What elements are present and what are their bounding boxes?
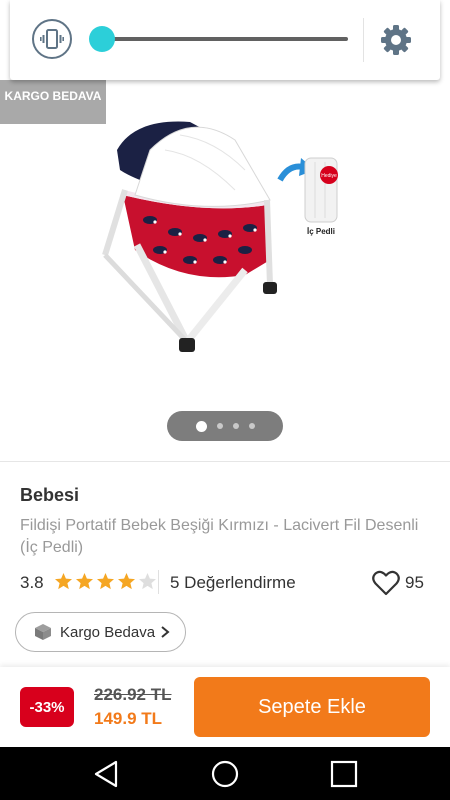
section-divider <box>0 461 450 462</box>
system-nav-bar <box>0 747 450 800</box>
sale-price: 149.9 TL <box>94 709 163 728</box>
price-bar: -33% 226.92 TL 149.9 TL Sepete Ekle <box>0 667 450 747</box>
free-shipping-button-label: Kargo Bedava <box>60 623 156 641</box>
volume-panel-divider <box>363 18 364 62</box>
star-filled-icon <box>55 573 72 590</box>
package-icon <box>35 624 51 640</box>
back-triangle-icon[interactable] <box>92 759 122 789</box>
image-caption: İç Pedli <box>307 227 335 236</box>
gear-icon <box>381 25 411 55</box>
product-name: Fildişi Portatif Bebek Beşiği Kırmızı - … <box>20 517 419 556</box>
star-filled-icon <box>118 573 135 590</box>
old-price: 226.92 TL <box>94 685 172 704</box>
pager-dot <box>232 423 239 429</box>
pager-dot-active <box>195 420 207 432</box>
star-empty-icon <box>139 573 156 590</box>
brand-name[interactable]: Bebesi <box>20 485 79 506</box>
free-shipping-badge-label: KARGO BEDAVA <box>4 89 102 103</box>
pager-dot <box>216 423 223 429</box>
free-shipping-button[interactable]: Kargo Bedava <box>15 612 186 652</box>
discount-badge: -33% <box>20 687 74 727</box>
volume-slider-thumb[interactable] <box>89 26 115 52</box>
pager-dot <box>248 423 255 429</box>
vibrate-icon <box>40 29 64 49</box>
volume-slider-track <box>102 37 348 41</box>
heart-icon[interactable] <box>372 570 400 596</box>
volume-panel <box>10 0 440 80</box>
volume-slider[interactable] <box>89 26 358 52</box>
vibrate-button[interactable] <box>32 19 72 59</box>
recents-square-icon[interactable] <box>329 759 359 789</box>
rating-stars <box>54 572 157 591</box>
reviews-link[interactable]: 5 Değerlendirme <box>170 573 296 593</box>
add-to-cart-button[interactable]: Sepete Ekle <box>194 677 430 737</box>
star-filled-icon <box>97 573 114 590</box>
rating-divider <box>158 570 159 594</box>
product-image[interactable]: Hediye İç Pedli <box>95 110 355 370</box>
rating-value: 3.8 <box>20 573 44 592</box>
volume-settings-button[interactable] <box>378 22 414 58</box>
star-filled-icon <box>76 573 93 590</box>
home-circle-icon[interactable] <box>210 759 240 789</box>
favorite-count: 95 <box>405 573 424 592</box>
image-tag-label: Hediye <box>321 173 337 179</box>
rating-row: 3.8 5 Değerlendirme 95 <box>20 570 430 596</box>
free-shipping-badge: KARGO BEDAVA <box>0 80 106 124</box>
image-pager-indicator[interactable] <box>167 411 283 441</box>
chevron-right-icon <box>161 626 170 638</box>
